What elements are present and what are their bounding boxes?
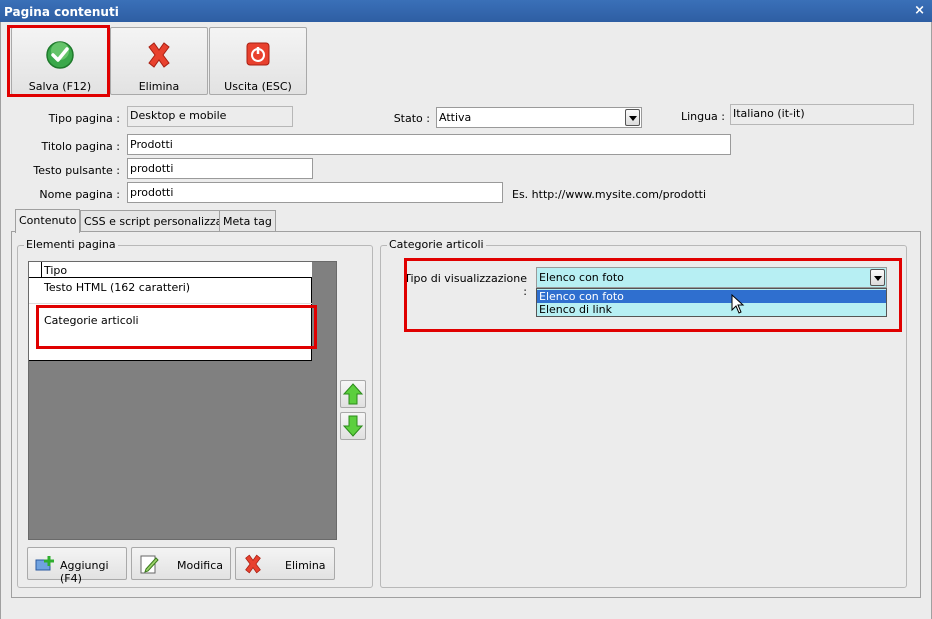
language-label: Lingua : xyxy=(680,110,725,123)
checkmark-icon xyxy=(45,40,75,73)
row-type-text: Categorie articoli xyxy=(44,314,139,327)
button-text-label: Testo pulsante : xyxy=(33,164,120,177)
delete-element-label: Elimina xyxy=(285,559,326,572)
display-type-select[interactable]: Elenco con foto xyxy=(536,267,887,288)
row-indicator-header xyxy=(29,262,42,278)
close-icon[interactable]: × xyxy=(914,3,925,18)
button-text-input[interactable]: prodotti xyxy=(127,158,313,179)
page-title-label: Titolo pagina : xyxy=(41,140,120,153)
row-type-text: Testo HTML (162 caratteri) xyxy=(44,281,191,294)
delete-icon xyxy=(144,40,174,73)
move-up-button[interactable] xyxy=(340,380,366,408)
page-name-label: Nome pagina : xyxy=(39,188,120,201)
add-element-label: Aggiungi (F4) xyxy=(60,559,109,585)
add-element-button[interactable]: Aggiungi (F4) xyxy=(27,547,127,585)
save-button[interactable]: Salva (F12) xyxy=(11,27,109,95)
display-type-label: Tipo di visualizzazione : xyxy=(404,272,527,298)
chevron-down-icon[interactable] xyxy=(625,109,640,126)
power-icon xyxy=(246,42,270,69)
dropdown-option[interactable]: Elenco con foto xyxy=(537,290,886,303)
tab-css-script[interactable]: CSS e script personalizzati xyxy=(80,210,234,232)
exit-button[interactable]: Uscita (ESC) xyxy=(209,27,307,95)
edit-icon xyxy=(138,553,160,578)
page-name-input[interactable]: prodotti xyxy=(127,182,503,203)
state-select[interactable]: Attiva xyxy=(436,107,642,128)
exit-button-label: Uscita (ESC) xyxy=(224,80,292,93)
table-row[interactable]: Testo HTML (162 caratteri) xyxy=(29,279,312,303)
delete-button-label: Elimina xyxy=(138,80,180,93)
save-button-label: Salva (F12) xyxy=(28,80,92,93)
dropdown-option[interactable]: Elenco di link xyxy=(537,303,886,316)
arrow-up-icon xyxy=(341,383,365,410)
move-down-button[interactable] xyxy=(340,412,366,440)
arrow-down-icon xyxy=(341,415,365,442)
edit-element-button[interactable]: Modifica xyxy=(131,547,231,580)
delete-button[interactable]: Elimina xyxy=(110,27,208,95)
categories-group-title: Categorie articoli xyxy=(387,238,486,251)
delete-element-button[interactable]: Elimina xyxy=(235,547,335,580)
tab-contenuto[interactable]: Contenuto xyxy=(15,209,81,233)
elements-grid[interactable]: Tipo Testo HTML (162 caratteri) Categori… xyxy=(28,261,337,540)
elements-group-title: Elementi pagina xyxy=(24,238,118,251)
grid-header: Tipo xyxy=(29,262,312,278)
chevron-down-icon[interactable] xyxy=(870,269,885,286)
tab-meta-tag[interactable]: Meta tag xyxy=(219,210,276,232)
delete-icon xyxy=(242,553,264,578)
window-titlebar: Pagina contenuti × xyxy=(0,0,932,22)
display-type-value: Elenco con foto xyxy=(539,271,624,284)
page-type-label: Tipo pagina : xyxy=(48,112,120,125)
display-type-dropdown-list: Elenco con foto Elenco di link xyxy=(536,288,887,317)
add-icon xyxy=(34,553,56,578)
column-header-tipo[interactable]: Tipo xyxy=(44,264,67,277)
table-row[interactable]: Categorie articoli xyxy=(29,303,312,345)
page-type-field: Desktop e mobile xyxy=(127,106,293,127)
state-label: Stato : xyxy=(393,112,430,125)
language-field: Italiano (it-it) xyxy=(730,104,914,125)
elements-grid-body: Tipo Testo HTML (162 caratteri) Categori… xyxy=(29,262,312,361)
window-title: Pagina contenuti xyxy=(4,5,119,19)
url-hint: Es. http://www.mysite.com/prodotti xyxy=(512,188,707,201)
edit-element-label: Modifica xyxy=(177,559,223,572)
state-value: Attiva xyxy=(439,111,472,124)
mouse-cursor-icon xyxy=(731,293,745,317)
page-title-input[interactable]: Prodotti xyxy=(127,134,731,155)
